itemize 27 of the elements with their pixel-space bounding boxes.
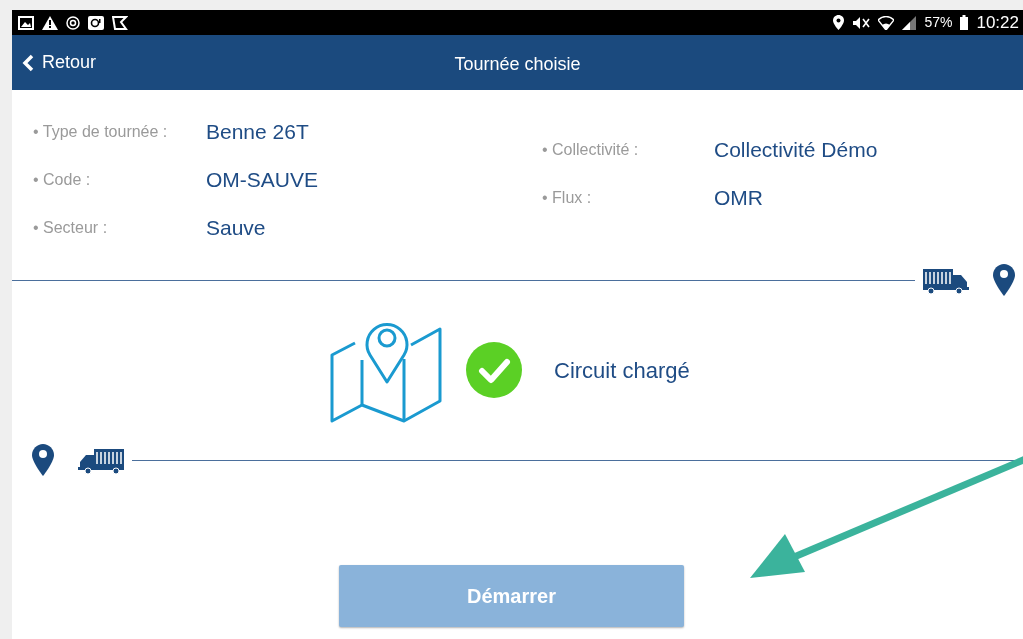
field-value: Benne 26T — [206, 119, 309, 146]
field-label: • Code : — [33, 170, 92, 190]
back-chevron-icon — [22, 53, 34, 72]
signal-icon — [902, 15, 917, 30]
target-icon — [66, 15, 80, 30]
location-pin-icon — [993, 264, 1015, 296]
field-value: Collectivité Démo — [714, 137, 878, 164]
field-label: • Secteur : — [33, 218, 109, 238]
location-icon — [833, 15, 845, 30]
field-value: OMR — [714, 185, 763, 212]
field-value: Sauve — [206, 215, 266, 242]
battery-percent: 57% — [924, 13, 953, 32]
back-link[interactable]: Retour — [12, 49, 107, 76]
field-label: • Collectivité : — [542, 140, 640, 160]
status-text: Circuit chargé — [554, 356, 690, 385]
field-label: • Type de tournée : — [33, 122, 169, 142]
field-label: • Flux : — [542, 188, 593, 208]
warning-icon — [42, 15, 58, 30]
location-pin-icon — [32, 444, 54, 476]
image-icon — [18, 15, 34, 30]
clock-time: 10:22 — [976, 11, 1019, 34]
field-value: OM-SAUVE — [206, 167, 318, 194]
screen-title: Tournée choisie — [454, 53, 581, 76]
wifi-icon — [878, 15, 895, 30]
success-check-icon — [466, 342, 522, 398]
mute-icon — [852, 15, 871, 30]
battery-icon — [960, 15, 969, 30]
